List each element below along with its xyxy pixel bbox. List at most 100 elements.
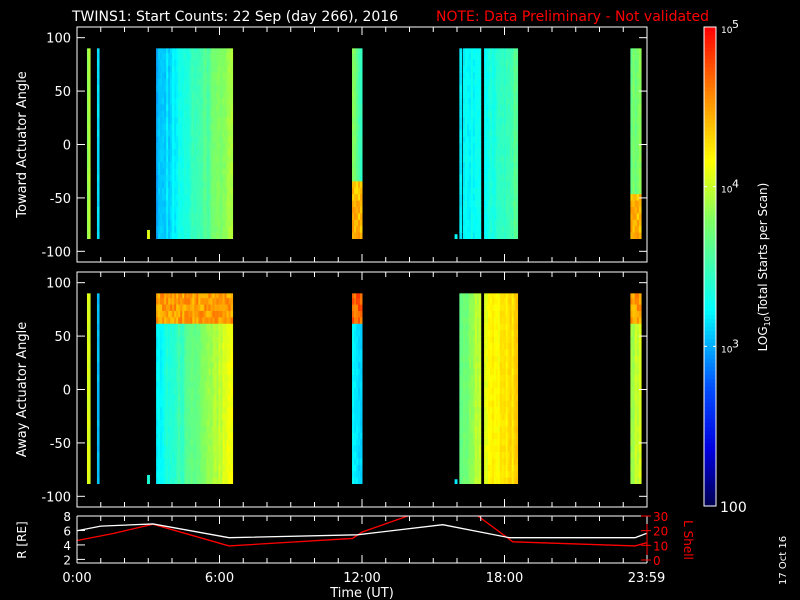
spectrogram-cell xyxy=(88,148,91,156)
spectrogram-cell xyxy=(96,129,100,137)
spectrogram-cell xyxy=(478,293,482,299)
colorbar-cell xyxy=(704,378,716,383)
colorbar-cell xyxy=(704,458,716,463)
spectrogram-cell xyxy=(478,168,482,175)
colorbar-cell xyxy=(704,438,716,443)
spectrogram-cell xyxy=(88,110,91,118)
spectrogram-cell xyxy=(638,380,642,388)
spectrogram-cell xyxy=(360,368,363,376)
spectrogram-cell xyxy=(96,161,100,169)
colorbar-cell xyxy=(704,322,716,327)
spectrogram-cell xyxy=(360,206,363,214)
spectrogram-cell xyxy=(638,110,642,118)
spectrogram-cell xyxy=(96,304,100,311)
spectrogram-cell xyxy=(230,393,234,401)
spectrogram-cell xyxy=(230,406,234,414)
spectrogram-cell xyxy=(515,470,519,478)
l-shell-tick-label: 30 xyxy=(653,510,668,524)
spectrogram-cell xyxy=(638,406,642,414)
spectrogram-cell xyxy=(88,219,91,227)
spectrogram-cell xyxy=(88,342,91,350)
colorbar-cell xyxy=(704,282,716,288)
spectrogram-cell xyxy=(230,84,234,92)
l-shell-tick-label: 20 xyxy=(653,525,668,539)
spectrogram-cell xyxy=(88,393,91,401)
spectrogram-cell xyxy=(360,135,363,143)
spectrogram-cell xyxy=(478,123,482,131)
colorbar-cell xyxy=(704,482,716,487)
spectrogram-cell xyxy=(147,229,150,233)
spectrogram-cell xyxy=(360,323,363,331)
colorbar-cell xyxy=(704,462,716,467)
spectrogram-cell xyxy=(88,406,91,414)
spectrogram-cell xyxy=(230,155,234,163)
spectrogram-cell xyxy=(360,374,363,382)
spectrogram-cell xyxy=(88,59,91,66)
spectrogram-cell xyxy=(515,413,519,420)
spectrogram-cell xyxy=(478,464,482,472)
spectrogram-cell xyxy=(459,232,463,239)
spectrogram-cell xyxy=(88,155,91,163)
spectrogram-cell xyxy=(515,368,519,376)
spectrogram-cell xyxy=(96,470,100,478)
spectrogram-cell xyxy=(96,380,100,388)
spectrogram-cell xyxy=(515,477,519,484)
spectrogram-cell xyxy=(360,406,363,414)
spectrogram-cell xyxy=(478,225,482,233)
r-axis-label: R [RE] xyxy=(15,521,29,558)
spectrogram-cell xyxy=(515,200,519,207)
spectrogram-cell xyxy=(230,329,234,337)
colorbar-cell xyxy=(704,298,716,304)
spectrogram-cell xyxy=(638,78,642,86)
spectrogram-cell xyxy=(230,212,234,220)
spectrogram-cell xyxy=(515,316,519,324)
spectrogram-cell xyxy=(360,419,363,427)
spectrogram-cell xyxy=(230,438,234,446)
spectrogram-cell xyxy=(88,168,91,175)
spectrogram-cell xyxy=(515,419,519,427)
spectrogram-cell xyxy=(459,91,463,98)
spectrogram-cell xyxy=(454,234,458,239)
spectrogram-cell xyxy=(360,155,363,163)
spectrogram-cell xyxy=(515,445,519,452)
spectrogram-cell xyxy=(638,148,642,156)
spectrogram-cell xyxy=(638,374,642,382)
spectrogram-cell xyxy=(96,297,100,305)
spectrogram-cell xyxy=(515,59,519,66)
spectrogram-cell xyxy=(88,91,91,98)
spectrogram-cell xyxy=(147,474,150,478)
spectrogram-cell xyxy=(88,438,91,446)
spectrogram-cell xyxy=(478,457,482,465)
spectrogram-cell xyxy=(360,361,363,369)
x-axis-label: Time (UT) xyxy=(329,586,394,600)
spectrogram-cell xyxy=(360,293,363,299)
spectrogram-cell xyxy=(360,393,363,401)
colorbar-cell xyxy=(704,330,716,335)
spectrogram-cell xyxy=(230,219,234,227)
colorbar-cell xyxy=(704,266,716,272)
y-tick-label: -50 xyxy=(50,437,71,452)
spectrogram-cell xyxy=(515,297,519,305)
spectrogram-cell xyxy=(96,419,100,427)
colorbar-cell xyxy=(704,310,716,315)
spectrogram-cell xyxy=(515,380,519,388)
spectrogram-cell xyxy=(478,174,482,182)
spectrogram-cell xyxy=(638,142,642,150)
spectrogram-cell xyxy=(638,129,642,137)
spectrogram-cell xyxy=(230,336,234,343)
colorbar-cell xyxy=(704,286,716,292)
spectrogram-cell xyxy=(638,425,642,433)
colorbar-cell xyxy=(704,294,716,300)
spectrogram-cell xyxy=(515,91,519,98)
spectrogram-cell xyxy=(96,200,100,207)
spectrogram-cell xyxy=(360,470,363,478)
date-stamp: 17 Oct 16 xyxy=(778,536,789,585)
spectrogram-cell xyxy=(459,110,463,118)
colorbar-cell xyxy=(704,426,716,431)
spectrogram-cell xyxy=(88,329,91,337)
spectrogram-cell xyxy=(360,48,363,54)
colorbar-cell xyxy=(704,474,716,479)
spectrogram-cell xyxy=(96,425,100,433)
spectrogram-cell xyxy=(360,329,363,337)
spectrogram-cell xyxy=(96,451,100,459)
